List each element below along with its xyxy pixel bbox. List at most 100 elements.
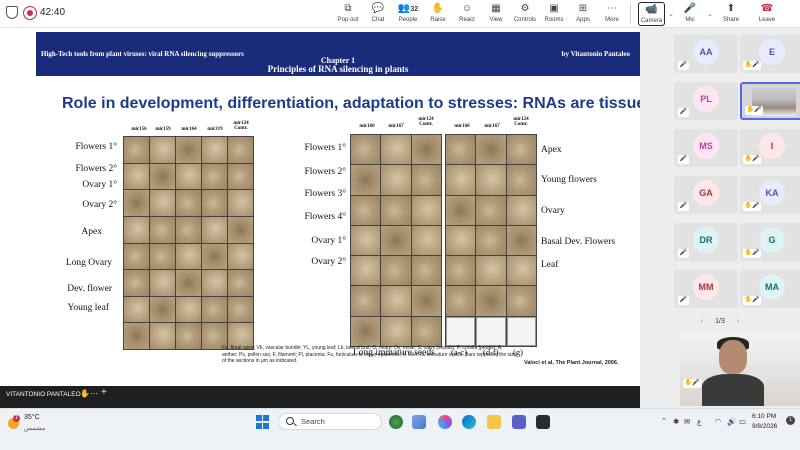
micrograph-cell	[228, 163, 253, 190]
micrograph-cell	[476, 316, 506, 346]
weather-temp[interactable]: 35°C	[24, 414, 40, 421]
share-button[interactable]: ⬆ Share	[716, 2, 746, 23]
app-tray-icon[interactable]: ✉	[684, 417, 690, 426]
camera-options-chevron-icon[interactable]: ⌄	[668, 10, 674, 18]
participant-mic-off-icon: 🎤	[678, 296, 689, 305]
micrograph-cell	[446, 316, 476, 346]
participant-tile[interactable]: KA ✋🎤	[740, 176, 800, 214]
participants-pager: ‹ 1/3 ›	[640, 318, 800, 325]
micrograph-cell	[176, 163, 201, 190]
participant-mic-off-icon: ✋🎤	[743, 249, 761, 258]
participant-tile[interactable]: PL 🎤	[674, 82, 738, 120]
meeting-timer: 42:40	[40, 7, 66, 18]
view-button[interactable]: ▦ View	[481, 2, 511, 23]
more-icon: ⋯	[607, 3, 617, 14]
next-page-icon[interactable]: ›	[737, 318, 739, 325]
wifi-icon[interactable]: ◠	[715, 417, 722, 426]
phone-hangup-icon: ☎	[760, 3, 774, 14]
file-explorer-icon[interactable]	[487, 415, 501, 429]
leave-button[interactable]: ☎ Leave	[752, 2, 782, 23]
participant-tile[interactable]: AA 🎤	[674, 35, 738, 73]
clock-date[interactable]: 9/8/2026	[752, 423, 777, 430]
micrograph-cell	[202, 270, 227, 296]
participant-avatar: KA	[759, 180, 785, 206]
mic-off-icon: 🎤	[683, 3, 697, 14]
participant-tile-active-speaker[interactable]: ✋🎤	[740, 82, 800, 120]
micrograph-cell	[351, 225, 381, 256]
presenter-more-icon[interactable]: ⋯	[90, 389, 98, 398]
participant-tile[interactable]: DR 🎤	[674, 223, 738, 261]
micrograph-cell	[150, 216, 175, 243]
popout-button[interactable]: ⧉ Pop out	[333, 2, 363, 23]
edge-browser-icon[interactable]	[462, 415, 476, 429]
chat-button[interactable]: 💬 Chat	[363, 2, 393, 23]
participant-mic-off-icon: 🎤	[678, 202, 689, 211]
teams-icon[interactable]	[512, 415, 526, 429]
tray-chevron-up-icon[interactable]: ⌃	[661, 417, 667, 425]
battery-icon[interactable]: ▭	[739, 417, 746, 426]
bluetooth-icon[interactable]: ✱	[673, 417, 679, 426]
participant-avatar: GA	[693, 180, 719, 206]
participant-mic-off-icon: 🎤	[678, 249, 689, 258]
controls-button[interactable]: ⚙ Controls	[510, 2, 540, 23]
presenter-name: VITANTONIO PANTALEO	[6, 391, 81, 398]
left-column-header: mir319	[207, 127, 223, 132]
rooms-button[interactable]: ▣ Rooms	[539, 2, 569, 23]
keyboard-language-icon[interactable]: ع	[697, 417, 701, 426]
right-left-row-label: Flowers 1°	[304, 143, 346, 153]
right-left-row-label: Flowers 2°	[304, 167, 346, 177]
left-row-label: Young leaf	[67, 303, 109, 313]
people-button[interactable]: 👥32 People	[393, 2, 423, 23]
participant-tile[interactable]: G ✋🎤	[740, 223, 800, 261]
camera-button[interactable]: 📹 Camera	[638, 2, 665, 26]
prev-page-icon[interactable]: ‹	[701, 318, 703, 325]
shared-slide: High-Tech tools from plant viruses: vira…	[0, 28, 709, 386]
participant-mic-off-icon: 🎤	[678, 155, 689, 164]
micrograph-cell	[411, 135, 441, 165]
right-micrograph-grid-a	[350, 134, 442, 347]
slide-header-bar: High-Tech tools from plant viruses: vira…	[36, 32, 640, 76]
smile-icon: ☺	[461, 3, 473, 14]
right-left-row-label: Flowers 4°	[304, 212, 346, 222]
notification-badge[interactable]: 1	[786, 416, 795, 425]
micrograph-cell	[476, 286, 506, 316]
participant-tile[interactable]: MM 🎤	[674, 270, 738, 308]
right-column-header: mir124 Contr.	[513, 117, 529, 127]
add-icon[interactable]: +	[101, 387, 107, 398]
micrograph-cell	[446, 165, 476, 195]
micrograph-cell	[124, 270, 149, 296]
participant-tile[interactable]: GA 🎤	[674, 176, 738, 214]
participant-tile[interactable]: E ✋🎤	[740, 35, 800, 73]
mic-button[interactable]: 🎤 Mic	[675, 2, 705, 23]
right-right-row-label: Apex	[541, 145, 562, 155]
micrograph-cell	[381, 316, 411, 346]
more-button[interactable]: ⋯ More	[597, 2, 627, 23]
volume-icon[interactable]: 🔊	[727, 417, 736, 426]
apps-button[interactable]: ⊞ Apps	[568, 2, 598, 23]
shield-icon[interactable]	[6, 6, 18, 19]
participant-tile[interactable]: MS 🎤	[674, 129, 738, 167]
store-icon[interactable]	[536, 415, 550, 429]
raise-hand-button[interactable]: ✋ Raise	[423, 2, 453, 23]
left-micrograph-grid	[123, 136, 254, 350]
react-button[interactable]: ☺ React	[452, 2, 482, 23]
micrograph-cell	[228, 216, 253, 243]
toolbar-divider	[630, 4, 631, 24]
micrograph-cell	[506, 225, 536, 256]
task-view-icon[interactable]	[412, 415, 426, 429]
self-video-tile[interactable]: ✋🎤	[680, 332, 800, 406]
micrograph-cell	[202, 190, 227, 216]
copilot-icon[interactable]	[438, 415, 452, 429]
participant-tile[interactable]: MA ✋🎤	[740, 270, 800, 308]
taskbar-search[interactable]: Search	[278, 413, 382, 430]
widgets-landscape-icon[interactable]	[389, 415, 403, 429]
participant-tile[interactable]: I ✋🎤	[740, 129, 800, 167]
left-row-label: Flowers 1°	[75, 142, 117, 152]
left-row-label: Long Ovary	[65, 258, 112, 268]
clock-time[interactable]: 6:10 PM	[752, 413, 776, 420]
mic-options-chevron-icon[interactable]: ⌄	[707, 10, 713, 18]
participant-avatar: MM	[693, 274, 719, 300]
slide-subtitle: Principles of RNA silencing in plants	[267, 64, 409, 74]
participant-avatar: I	[759, 133, 785, 159]
windows-start-icon[interactable]	[256, 415, 270, 429]
